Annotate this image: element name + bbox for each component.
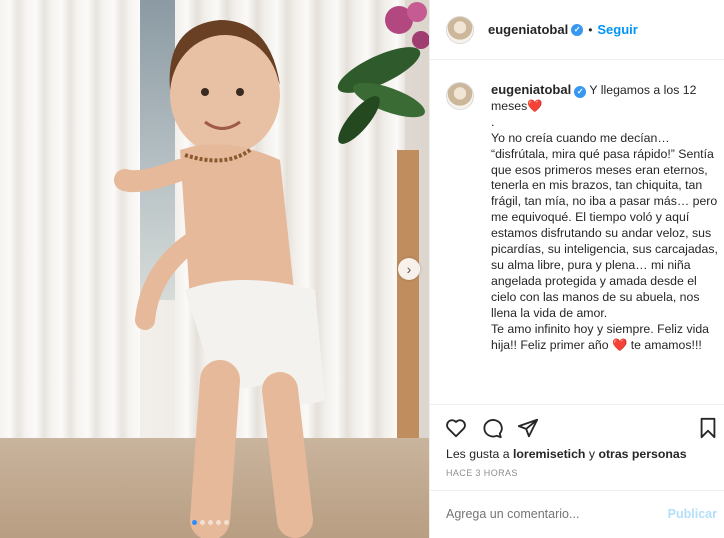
caption-username[interactable]: eugeniatobal — [491, 82, 571, 97]
caption-line: te amamos!!! — [627, 337, 702, 352]
carousel-dot — [224, 520, 229, 525]
avatar[interactable] — [446, 82, 474, 110]
caption: eugeniatobal ✓ Y llegamos a los 12 meses❤… — [446, 82, 718, 402]
post-timestamp[interactable]: HACE 3 HORAS — [446, 468, 518, 478]
likes-others-link[interactable]: otras personas — [598, 447, 686, 461]
wooden-shelf — [397, 150, 419, 470]
caption-text: eugeniatobal ✓ Y llegamos a los 12 meses❤… — [491, 82, 718, 353]
comment-icon[interactable] — [481, 417, 503, 439]
post-header: eugeniatobal ✓ • Seguir — [430, 0, 724, 60]
caption-line: Yo no creía cuando me decían… “disfrútal… — [491, 130, 718, 320]
likes-prefix: Les gusta a — [446, 447, 513, 461]
carousel-dots — [192, 520, 229, 525]
follow-button[interactable]: Seguir — [597, 22, 637, 37]
carousel-dot — [192, 520, 197, 525]
likes-summary: Les gusta a loremisetich y otras persona… — [446, 447, 687, 461]
liked-by-user[interactable]: loremisetich — [513, 447, 585, 461]
caption-line: . — [491, 114, 495, 129]
chevron-right-icon: › — [406, 261, 412, 277]
share-icon[interactable] — [517, 417, 539, 439]
post-side-panel: eugeniatobal ✓ • Seguir eugeniatobal ✓ Y … — [429, 0, 724, 538]
action-bar — [430, 404, 724, 444]
verified-icon: ✓ — [574, 85, 587, 98]
comment-input[interactable] — [446, 507, 656, 521]
heart-emoji: ❤️ — [611, 337, 628, 352]
carousel-dot — [216, 520, 221, 525]
baby-figure — [114, 20, 325, 538]
carousel-dot — [208, 520, 213, 525]
carousel-dot — [200, 520, 205, 525]
post-media[interactable]: › — [0, 0, 429, 538]
next-slide-button[interactable]: › — [398, 258, 420, 280]
separator: • — [588, 22, 593, 37]
header-username[interactable]: eugeniatobal — [488, 22, 568, 37]
heart-emoji: ❤️ — [527, 98, 543, 113]
verified-icon: ✓ — [571, 23, 584, 36]
avatar[interactable] — [446, 15, 474, 44]
comment-bar: Publicar — [430, 490, 724, 538]
likes-middle: y — [585, 447, 599, 461]
bookmark-icon[interactable] — [697, 417, 719, 439]
heart-icon[interactable] — [445, 417, 467, 439]
publish-button[interactable]: Publicar — [668, 507, 717, 521]
